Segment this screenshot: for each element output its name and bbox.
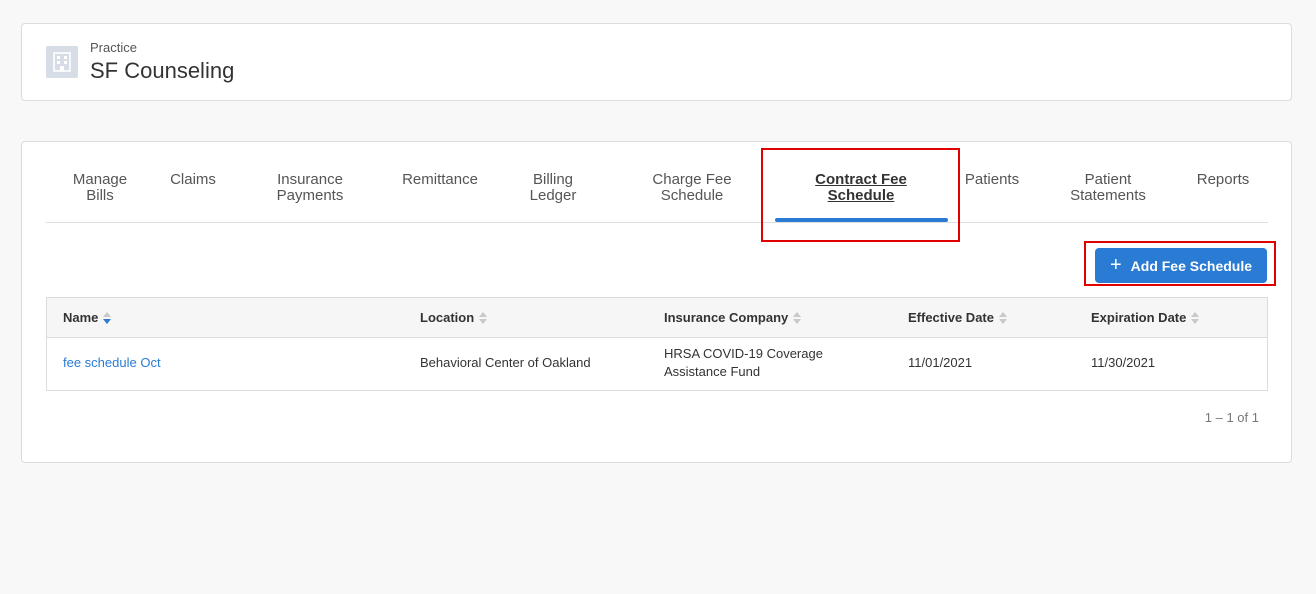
fee-schedule-table: Name Location Insurance Company Effectiv… <box>46 297 1268 391</box>
column-label: Location <box>420 310 475 325</box>
tab-manage-bills[interactable]: Manage Bills <box>66 172 134 204</box>
practice-label: Practice <box>90 40 137 55</box>
column-label: Effective Date <box>908 310 994 325</box>
billing-tabs: Manage Bills Claims Insurance Payments Rem… <box>46 142 1268 223</box>
practice-name: SF Counseling <box>90 58 235 83</box>
sort-icon <box>479 311 488 324</box>
practice-header: Practice SF Counseling <box>21 23 1292 101</box>
column-header-insurance-company[interactable]: Insurance Company <box>664 310 802 325</box>
column-label: Name <box>63 310 99 325</box>
row-insurance-company: HRSA COVID-19 Coverage Assistance Fund <box>664 346 823 379</box>
add-fee-schedule-button[interactable]: + Add Fee Schedule <box>1095 248 1267 283</box>
column-label: Expiration Date <box>1091 310 1187 325</box>
tab-patient-statements[interactable]: Patient Statements <box>1064 172 1152 204</box>
plus-icon: + <box>1109 253 1122 276</box>
row-effective-date: 11/01/2021 <box>908 355 973 370</box>
sort-icon <box>793 311 802 324</box>
column-header-effective-date[interactable]: Effective Date <box>908 310 1007 325</box>
row-expiration-date: 11/30/2021 <box>1091 355 1156 370</box>
building-icon <box>46 46 78 78</box>
tab-insurance-payments[interactable]: Insurance Payments <box>266 172 354 204</box>
column-header-expiration-date[interactable]: Expiration Date <box>1091 310 1200 325</box>
billing-panel: Manage Bills Claims Insurance Payments Rem… <box>21 141 1292 463</box>
fee-schedule-name-link[interactable]: fee schedule Oct <box>63 354 161 372</box>
tab-reports[interactable]: Reports <box>1192 172 1254 188</box>
tab-charge-fee-schedule[interactable]: Charge Fee Schedule <box>642 172 742 204</box>
column-header-location[interactable]: Location <box>420 310 488 325</box>
add-fee-schedule-label: Add Fee Schedule <box>1130 257 1253 274</box>
column-label: Insurance Company <box>664 310 789 325</box>
sort-desc-icon <box>103 311 112 324</box>
row-location: Behavioral Center of Oakland <box>420 355 591 370</box>
table-header: Name Location Insurance Company Effectiv… <box>47 298 1267 338</box>
tab-contract-fee-schedule[interactable]: Contract Fee Schedule <box>809 172 913 204</box>
sort-icon <box>1191 311 1200 324</box>
tab-remittance[interactable]: Remittance <box>398 172 482 188</box>
active-tab-indicator <box>775 218 948 222</box>
tab-billing-ledger[interactable]: Billing Ledger <box>524 172 582 204</box>
sort-icon <box>998 311 1007 324</box>
column-header-name[interactable]: Name <box>63 310 112 325</box>
tab-patients[interactable]: Patients <box>960 172 1024 188</box>
tab-claims[interactable]: Claims <box>164 172 222 188</box>
pagination-info: 1 – 1 of 1 <box>1204 410 1259 425</box>
